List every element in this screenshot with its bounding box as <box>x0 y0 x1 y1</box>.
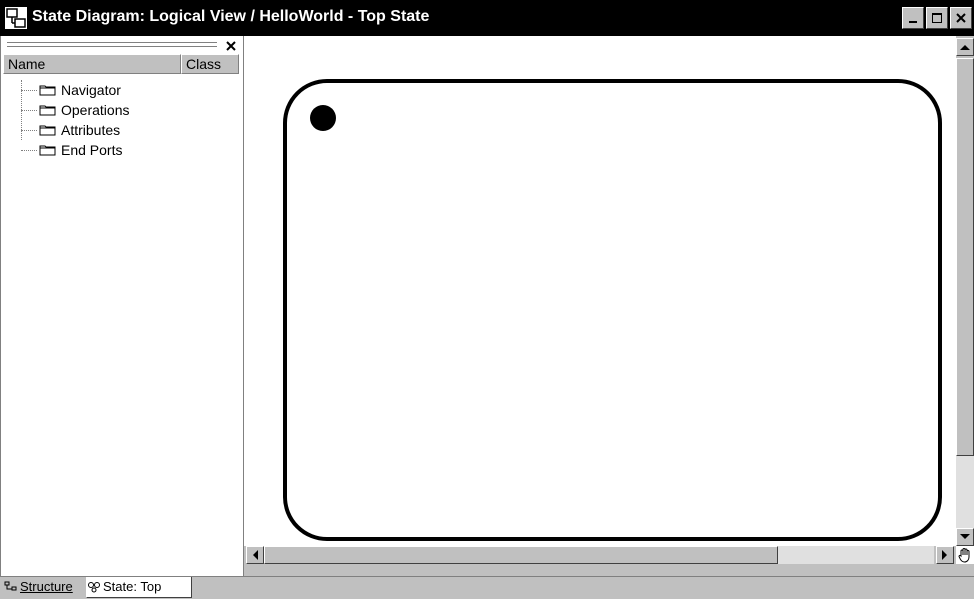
structure-icon <box>4 581 17 591</box>
tab-structure[interactable]: Structure <box>4 577 84 597</box>
tree-item-label: Attributes <box>61 122 121 138</box>
window-title: State Diagram: Logical View / HelloWorld… <box>32 8 430 25</box>
arrow-left-icon <box>253 550 258 560</box>
diagram-svg <box>283 79 942 541</box>
horizontal-scroll-track[interactable] <box>778 546 934 564</box>
top-state-box[interactable] <box>283 79 942 541</box>
folder-icon <box>39 105 56 116</box>
minimize-button[interactable] <box>902 7 924 29</box>
tree-item-operations[interactable]: Operations <box>3 100 239 120</box>
tree-item-navigator[interactable]: Navigator <box>3 80 239 100</box>
close-icon <box>956 13 966 23</box>
vertical-scrollbar[interactable] <box>956 36 974 576</box>
initial-point[interactable] <box>310 105 336 131</box>
diagram-canvas[interactable] <box>244 36 956 568</box>
arrow-down-icon <box>960 534 970 539</box>
scroll-up-button[interactable] <box>956 38 974 56</box>
hand-icon <box>958 548 970 563</box>
tree-view: Navigator Operations Attributes End Port… <box>3 80 239 160</box>
panel-grip[interactable] <box>3 40 235 52</box>
tab-state-top[interactable]: State: Top <box>86 577 192 598</box>
scroll-down-button[interactable] <box>956 528 974 546</box>
minimize-icon <box>909 21 917 23</box>
column-header: Name Class <box>3 54 239 74</box>
maximize-icon <box>932 13 942 23</box>
tab-bar: Structure State: Top <box>0 576 974 599</box>
pan-hand-icon[interactable] <box>956 546 974 564</box>
tab-label: Structure <box>20 579 73 594</box>
panel-close-icon[interactable] <box>225 40 237 52</box>
folder-icon <box>39 145 56 156</box>
close-button[interactable] <box>950 7 972 29</box>
folder-icon <box>39 85 56 96</box>
scroll-left-button[interactable] <box>246 546 264 564</box>
state-icon <box>88 582 100 593</box>
state-diagram-icon <box>5 7 27 29</box>
folder-icon <box>39 125 56 136</box>
browser-panel: Name Class Navigator Operations Attribut… <box>0 36 244 594</box>
title-bar: State Diagram: Logical View / HelloWorld… <box>0 0 974 36</box>
tree-item-end-ports[interactable]: End Ports <box>3 140 239 160</box>
arrow-right-icon <box>942 550 947 560</box>
column-name[interactable]: Name <box>3 54 181 74</box>
tree-item-label: Operations <box>61 102 130 118</box>
scroll-right-button[interactable] <box>936 546 954 564</box>
maximize-button[interactable] <box>926 7 948 29</box>
horizontal-scrollbar[interactable] <box>244 546 956 576</box>
tree-item-attributes[interactable]: Attributes <box>3 120 239 140</box>
tree-item-label: Navigator <box>61 82 121 98</box>
vertical-scroll-thumb[interactable] <box>956 58 974 456</box>
horizontal-scroll-thumb[interactable] <box>264 546 778 564</box>
window-frame: State Diagram: Logical View / HelloWorld… <box>0 0 974 599</box>
column-class[interactable]: Class <box>181 54 239 74</box>
tree-item-label: End Ports <box>61 142 123 158</box>
tab-label: State: Top <box>103 579 162 594</box>
arrow-up-icon <box>960 45 970 50</box>
